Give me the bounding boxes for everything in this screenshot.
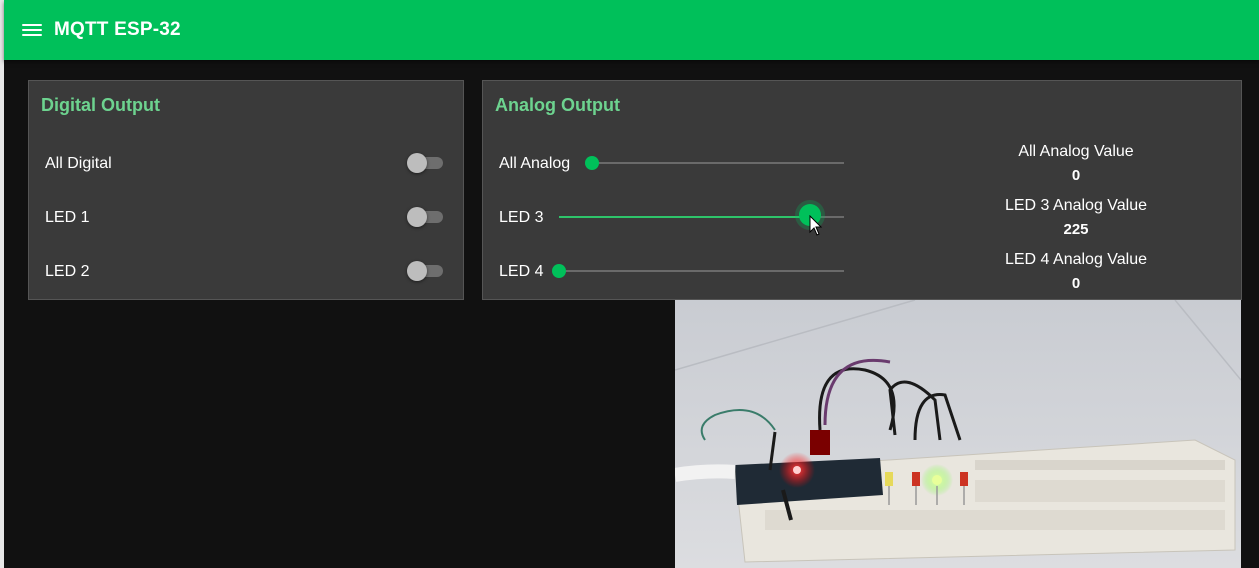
all-digital-label: All Digital — [45, 155, 112, 172]
led2-label: LED 2 — [45, 263, 90, 280]
all-digital-switch[interactable] — [407, 152, 445, 174]
mouse-cursor-icon — [809, 215, 823, 236]
card-title: Analog Output — [495, 95, 620, 115]
readout-label: All Analog Value — [1018, 143, 1134, 160]
slider-thumb[interactable] — [585, 156, 599, 170]
readout-value: 0 — [1071, 275, 1081, 292]
led3-label: LED 3 — [499, 209, 544, 226]
readout-label: LED 4 Analog Value — [1004, 251, 1148, 268]
all-analog-label: All Analog — [499, 155, 571, 172]
window-edge — [0, 0, 4, 568]
breadboard-photo — [675, 300, 1241, 568]
led3-slider[interactable] — [559, 204, 844, 227]
led4-readout: LED 4 Analog Value 0 — [956, 251, 1196, 292]
led3-readout: LED 3 Analog Value 225 — [956, 197, 1196, 238]
readout-label: LED 3 Analog Value — [1004, 197, 1148, 214]
led1-switch[interactable] — [407, 206, 445, 228]
readout-value: 0 — [1071, 167, 1081, 184]
all-analog-readout: All Analog Value 0 — [956, 143, 1196, 184]
all-analog-slider[interactable] — [585, 153, 844, 173]
led4-slider[interactable] — [552, 261, 844, 281]
led1-label: LED 1 — [45, 209, 90, 226]
digital-output-card: Digital Output All Digital LED 1 LED 2 — [28, 80, 464, 300]
slider-thumb[interactable] — [552, 264, 566, 278]
app-bar: MQTT ESP-32 — [4, 0, 1259, 60]
card-title: Digital Output — [41, 95, 160, 115]
app-title: MQTT ESP-32 — [54, 19, 181, 40]
menu-icon[interactable] — [22, 22, 42, 38]
led2-switch[interactable] — [407, 260, 445, 282]
analog-output-card: Analog Output All Analog LED 3 LED 4 All… — [482, 80, 1242, 300]
led4-label: LED 4 — [499, 263, 544, 280]
readout-value: 225 — [1063, 221, 1089, 238]
